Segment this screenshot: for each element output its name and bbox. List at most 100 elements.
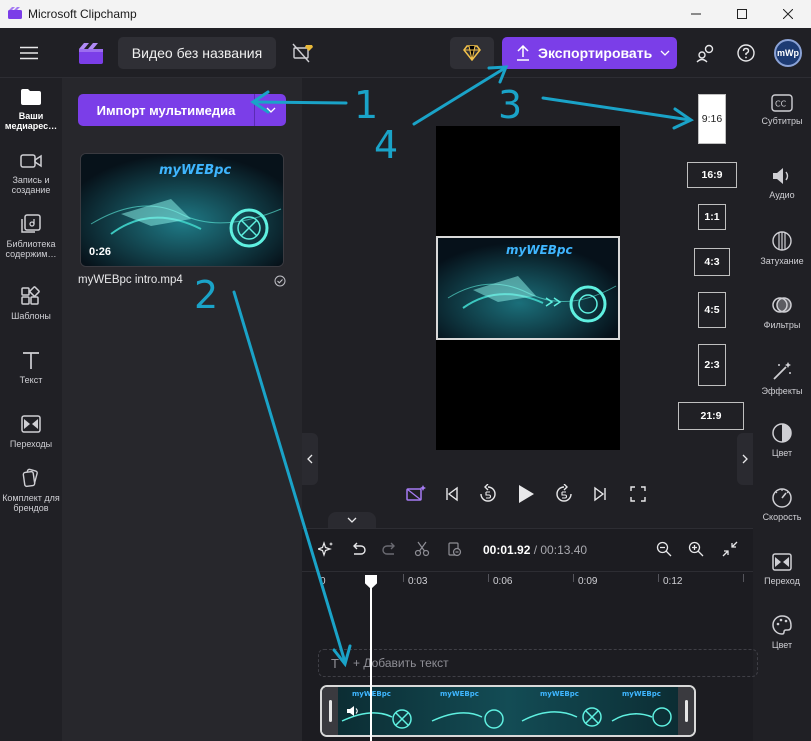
import-options-dropdown[interactable] xyxy=(254,94,286,126)
aspect-ratio-21-9[interactable]: 21:9 xyxy=(678,402,744,430)
fullscreen-button[interactable] xyxy=(626,482,650,506)
playhead-line[interactable] xyxy=(370,575,372,741)
help-icon[interactable] xyxy=(734,41,758,65)
rail-item-templates[interactable]: Шаблоны xyxy=(0,286,62,321)
rail-label: Библиотека содержим… xyxy=(5,239,57,259)
redo-button[interactable] xyxy=(380,539,400,559)
hamburger-menu-icon[interactable] xyxy=(18,43,40,63)
aspect-ratio-1-1[interactable]: 1:1 xyxy=(698,204,726,230)
rail-item-color-palette[interactable]: Цвет xyxy=(753,614,811,650)
title-bar: Microsoft Clipchamp xyxy=(0,0,811,28)
fullscreen-icon xyxy=(630,486,646,502)
rail-label: Переходы xyxy=(9,439,53,449)
video-clip[interactable]: myWEBpcmyWEBpcmyWEBpcmyWEBpc xyxy=(320,685,696,737)
window-title: Microsoft Clipchamp xyxy=(28,7,137,21)
diamond-icon xyxy=(463,45,481,61)
templates-icon xyxy=(21,286,40,305)
play-button[interactable] xyxy=(514,482,538,506)
rail-label: Текст xyxy=(19,375,43,385)
share-feedback-icon[interactable] xyxy=(694,41,718,65)
zoom-in-button[interactable] xyxy=(686,539,706,559)
filters-icon xyxy=(772,297,792,313)
add-text-track[interactable]: T + Добавить текст xyxy=(318,649,758,677)
clip-volume-icon[interactable] xyxy=(346,705,360,717)
rewind-5-button[interactable] xyxy=(476,482,500,506)
maximize-button[interactable] xyxy=(719,0,765,28)
rail-label: Затухание xyxy=(760,256,804,266)
forward-5-icon xyxy=(556,484,572,502)
preview-canvas[interactable]: myWEBpc xyxy=(436,126,620,450)
delete-button[interactable] xyxy=(444,539,464,559)
split-button[interactable] xyxy=(412,539,432,559)
clipchamp-app-icon xyxy=(78,41,104,65)
rail-item-filters[interactable]: Фильтры xyxy=(753,294,811,330)
rail-item-your-media[interactable]: Ваши медиарес… xyxy=(0,88,62,131)
upload-icon xyxy=(517,45,529,61)
total-time: / 00:13.40 xyxy=(533,543,588,557)
rail-item-fade[interactable]: Затухание xyxy=(753,230,811,266)
svg-text:myWEBpc: myWEBpc xyxy=(440,690,479,698)
rail-label: Аудио xyxy=(769,190,795,200)
video-frame-image: myWEBpc xyxy=(438,238,618,338)
export-button[interactable]: Экспортировать xyxy=(502,37,677,69)
zoom-out-button[interactable] xyxy=(654,539,674,559)
ruler-tick: 0:06 xyxy=(493,576,513,587)
import-media-button[interactable]: Импорт мультимедиа xyxy=(78,94,254,126)
premium-diamond-button[interactable] xyxy=(450,37,494,69)
rail-label: Комплект для брендов xyxy=(2,493,60,513)
sparkle-icon xyxy=(318,541,333,557)
skip-to-end-button[interactable] xyxy=(588,482,612,506)
rail-item-captions[interactable]: CC Субтитры xyxy=(753,94,811,126)
aspect-ratio-2-3[interactable]: 2:3 xyxy=(698,344,726,386)
user-avatar[interactable]: mWp xyxy=(774,39,802,67)
ruler-tick-mark xyxy=(658,574,659,582)
rail-item-brand-kit[interactable]: Комплект для брендов xyxy=(0,468,62,513)
clipchamp-logo-icon xyxy=(8,7,22,19)
collapse-left-panel-button[interactable] xyxy=(302,433,318,485)
export-label: Экспортировать xyxy=(538,45,653,61)
minimize-button[interactable] xyxy=(673,0,719,28)
right-properties-rail: CC Субтитры Аудио Затухание Фильтры Эффе… xyxy=(753,78,811,741)
rail-item-color-adjust[interactable]: Цвет xyxy=(753,422,811,458)
smart-crop-button[interactable] xyxy=(404,482,428,506)
clip-filmstrip-image: myWEBpcmyWEBpcmyWEBpcmyWEBpc xyxy=(322,687,694,735)
rail-item-effects[interactable]: Эффекты xyxy=(753,360,811,396)
collapse-right-panel-button[interactable] xyxy=(737,433,753,485)
clip-trim-handle-right[interactable] xyxy=(678,687,694,735)
aspect-ratio-4-3[interactable]: 4:3 xyxy=(694,248,730,276)
rail-item-text[interactable]: Текст xyxy=(0,350,62,385)
chevron-down-icon xyxy=(660,50,670,56)
skip-to-start-button[interactable] xyxy=(440,482,464,506)
chevron-right-icon xyxy=(742,454,748,464)
rail-item-transitions[interactable]: Переходы xyxy=(0,414,62,449)
aspect-ratio-4-5[interactable]: 4:5 xyxy=(698,292,726,328)
rail-item-audio[interactable]: Аудио xyxy=(753,166,811,200)
fit-timeline-button[interactable] xyxy=(720,539,740,559)
forward-5-button[interactable] xyxy=(552,482,576,506)
collapse-arrows-icon xyxy=(722,541,738,557)
clip-trim-handle-left[interactable] xyxy=(322,687,338,735)
rail-item-record-create[interactable]: Запись и создание xyxy=(0,152,62,195)
undo-button[interactable] xyxy=(348,539,368,559)
rail-item-speed[interactable]: Скорость xyxy=(753,486,811,522)
rail-label: Ваши медиарес… xyxy=(4,111,58,131)
close-button[interactable] xyxy=(765,0,811,28)
no-premium-diamond-icon[interactable] xyxy=(290,42,316,64)
collapse-timeline-button[interactable] xyxy=(328,512,376,528)
rail-item-content-library[interactable]: Библиотека содержим… xyxy=(0,214,62,259)
media-duration: 0:26 xyxy=(89,246,112,258)
aspect-ratio-16-9[interactable]: 16:9 xyxy=(687,162,737,188)
play-icon xyxy=(519,485,534,503)
captions-icon: CC xyxy=(771,94,793,112)
media-thumbnail[interactable]: myWEBpc 0:26 xyxy=(80,153,284,267)
aspect-ratio-9-16[interactable]: 9:16 xyxy=(698,94,726,144)
chevron-down-icon xyxy=(347,517,357,523)
preview-video-frame[interactable]: myWEBpc xyxy=(436,236,620,340)
chevron-down-icon xyxy=(266,107,275,113)
rail-item-transition[interactable]: Переход xyxy=(753,552,811,586)
delete-icon xyxy=(448,542,462,557)
palette-icon xyxy=(772,615,792,635)
ai-edit-button[interactable] xyxy=(316,539,336,559)
rail-label: Цвет xyxy=(771,640,793,650)
project-title[interactable]: Видео без названия xyxy=(118,37,276,69)
